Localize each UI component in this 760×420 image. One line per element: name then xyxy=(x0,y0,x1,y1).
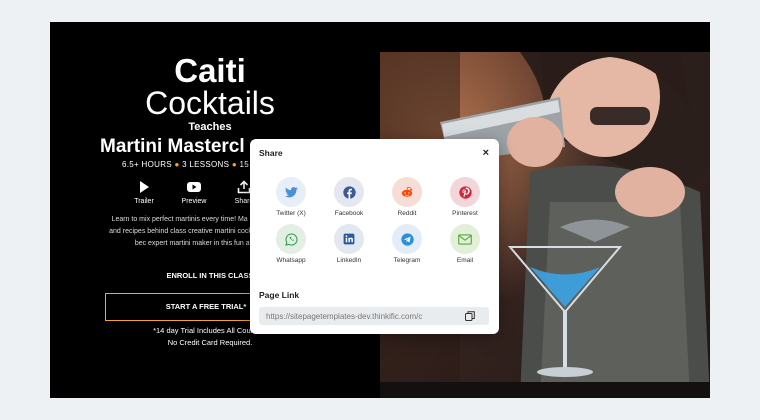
email-icon xyxy=(450,224,480,254)
linkedin-icon xyxy=(334,224,364,254)
share-linkedin-label: LinkedIn xyxy=(336,257,362,264)
page-link-box xyxy=(259,307,489,325)
copy-icon[interactable] xyxy=(465,311,475,321)
course-hero: Caiti Cocktails Teaches Martini Mastercl… xyxy=(50,22,710,398)
meta-lessons: 3 LESSONS xyxy=(182,160,230,169)
trailer-button[interactable]: Trailer xyxy=(130,180,158,205)
twitter-icon xyxy=(276,177,306,207)
share-whatsapp[interactable]: Whatsapp xyxy=(262,224,320,264)
meta-bullet: ● xyxy=(231,160,237,169)
page-link-input[interactable] xyxy=(259,307,458,325)
share-email[interactable]: Email xyxy=(436,224,494,264)
share-modal: Share × Twitter (X) Facebook Reddit Pint… xyxy=(250,139,499,334)
trailer-label: Trailer xyxy=(134,198,154,205)
brand-subtitle: Cocktails xyxy=(145,85,275,121)
pinterest-icon xyxy=(450,177,480,207)
whatsapp-icon xyxy=(276,224,306,254)
close-icon[interactable]: × xyxy=(483,147,489,159)
share-whatsapp-label: Whatsapp xyxy=(276,257,306,264)
trial-note-line2: No Credit Card Required. xyxy=(167,338,253,347)
preview-button[interactable]: Preview xyxy=(180,180,208,205)
share-reddit[interactable]: Reddit xyxy=(378,177,436,217)
play-icon xyxy=(140,181,149,193)
share-telegram[interactable]: Telegram xyxy=(378,224,436,264)
meta-bullet: ● xyxy=(174,160,180,169)
share-reddit-label: Reddit xyxy=(397,210,417,217)
reddit-icon xyxy=(392,177,422,207)
share-facebook[interactable]: Facebook xyxy=(320,177,378,217)
share-facebook-label: Facebook xyxy=(334,210,364,217)
preview-label: Preview xyxy=(181,198,207,205)
course-actions: Trailer Preview Share xyxy=(130,180,258,205)
page-link-label: Page Link xyxy=(259,290,300,300)
share-pinterest[interactable]: Pinterest xyxy=(436,177,494,217)
course-title: Martini Mastercl xyxy=(100,136,245,157)
telegram-icon xyxy=(392,224,422,254)
teaches-label: Teaches xyxy=(188,121,232,133)
share-twitter[interactable]: Twitter (X) xyxy=(262,177,320,217)
share-telegram-label: Telegram xyxy=(393,257,421,264)
meta-hours: 6.5+ HOURS xyxy=(122,160,172,169)
share-icon xyxy=(237,180,251,194)
youtube-icon xyxy=(187,182,201,192)
share-pinterest-label: Pinterest xyxy=(452,210,478,217)
share-modal-title: Share xyxy=(259,148,283,158)
share-options: Twitter (X) Facebook Reddit Pinterest Wh… xyxy=(262,177,494,264)
share-twitter-label: Twitter (X) xyxy=(276,210,306,217)
share-linkedin[interactable]: LinkedIn xyxy=(320,224,378,264)
facebook-icon xyxy=(334,177,364,207)
share-email-label: Email xyxy=(456,257,474,264)
